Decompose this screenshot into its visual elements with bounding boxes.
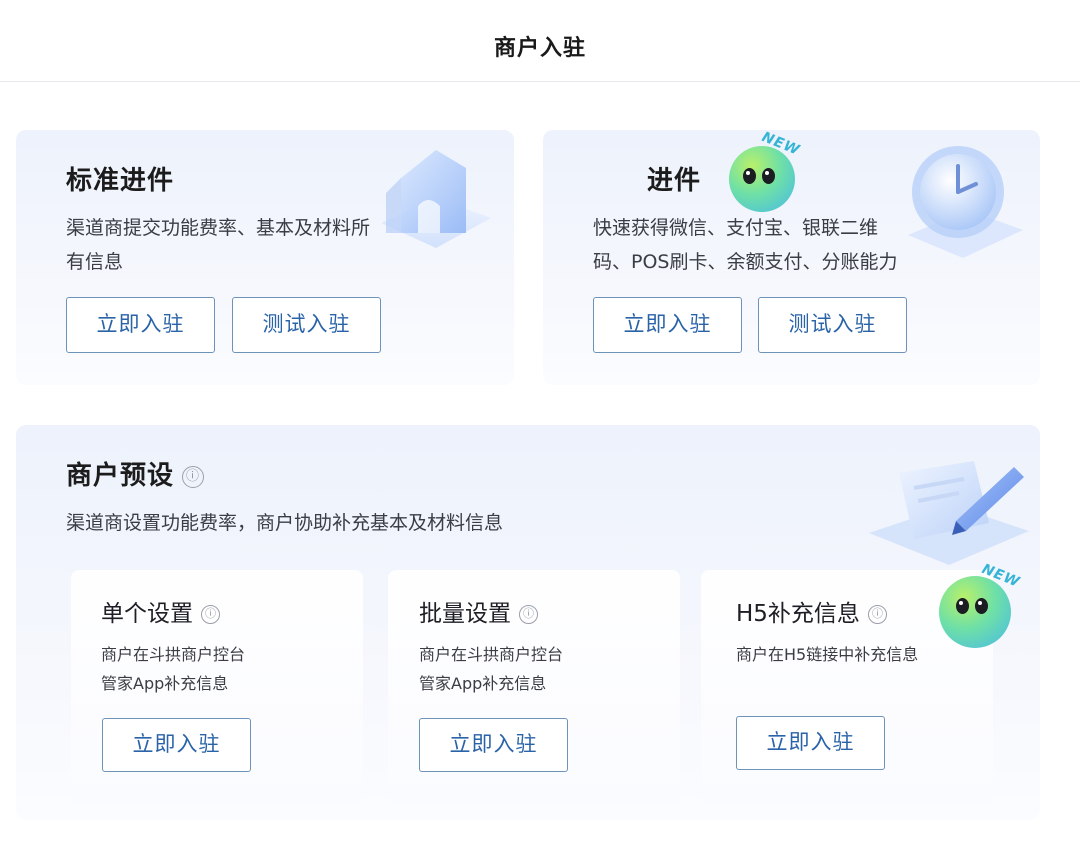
onboard-now-button[interactable]: 立即入驻 [593, 297, 742, 353]
info-icon[interactable]: ⓘ [867, 605, 887, 624]
onboard-now-button[interactable]: 立即入驻 [419, 718, 568, 772]
desc-line: 商户在斗拱商户控台 [419, 645, 564, 664]
page-title: 商户入驻 [493, 36, 586, 61]
option-title-text: 单个设置 [101, 601, 193, 627]
mascot-eye [975, 598, 988, 614]
mascot-eye [956, 598, 969, 614]
desc-line: 商户在H5链接中补充信息 [736, 645, 919, 664]
single-setup-option: 单个设置 ⓘ 商户在斗拱商户控台 管家App补充信息 立即入驻 [71, 570, 363, 805]
desc-line: 商户在斗拱商户控台 [101, 645, 246, 664]
card-title-text: 商户预设 [66, 461, 175, 491]
test-onboard-button[interactable]: 测试入驻 [232, 297, 381, 353]
option-title: H5补充信息 ⓘ [736, 594, 887, 628]
h5-supplement-option: H5补充信息 ⓘ 商户在H5链接中补充信息 立即入驻 NEW [701, 561, 1022, 805]
batch-setup-option: 批量设置 ⓘ 商户在斗拱商户控台 管家App补充信息 立即入驻 [388, 570, 680, 805]
card-description: 渠道商提交功能费率、基本及材料所 有信息 [66, 211, 370, 279]
card-title: 进件 [647, 166, 702, 196]
desc-line: 管家App补充信息 [101, 674, 229, 693]
onboard-now-button[interactable]: 立即入驻 [66, 297, 215, 353]
info-icon[interactable]: ⓘ [519, 605, 538, 624]
document-pen-icon [869, 461, 1029, 565]
standard-onboarding-card: 标准进件 渠道商提交功能费率、基本及材料所 有信息 立即入驻 测试入驻 [16, 130, 514, 385]
option-title-text: 批量设置 [419, 601, 511, 627]
option-title-text: H5补充信息 [736, 601, 860, 627]
onboard-now-button[interactable]: 立即入驻 [102, 718, 251, 772]
option-description: 商户在斗拱商户控台 管家App补充信息 [101, 640, 351, 698]
card-title: 商户预设 ⓘ [66, 455, 205, 492]
card-title: 标准进件 [66, 166, 175, 196]
option-title: 单个设置 ⓘ [101, 594, 220, 628]
express-onboarding-card: 进件 NEW 快速获得微信、支付宝、银联二维 码、POS刷卡、余额支付、分账能力… [543, 130, 1040, 385]
mascot-eye [762, 168, 775, 184]
option-description: 商户在斗拱商户控台 管家App补充信息 [419, 640, 669, 698]
page-header: 商户入驻 [0, 0, 1080, 82]
card-description: 快速获得微信、支付宝、银联二维 码、POS刷卡、余额支付、分账能力 [593, 211, 897, 279]
test-onboard-button[interactable]: 测试入驻 [758, 297, 907, 353]
clock-icon [908, 146, 1023, 258]
card-description: 渠道商设置功能费率，商户协助补充基本及材料信息 [66, 512, 504, 534]
merchant-preset-card: 商户预设 ⓘ 渠道商设置功能费率，商户协助补充基本及材料信息 单个设置 ⓘ 商户在斗… [16, 425, 1040, 820]
house-icon [381, 150, 491, 248]
desc-line: 码、POS刷卡、余额支付、分账能力 [593, 251, 898, 273]
desc-line: 有信息 [66, 251, 124, 273]
desc-line: 快速获得微信、支付宝、银联二维 [593, 217, 879, 239]
new-mascot-icon [729, 146, 795, 212]
desc-line: 渠道商提交功能费率、基本及材料所 [66, 217, 371, 239]
option-title: 批量设置 ⓘ [419, 594, 538, 628]
new-mascot-icon [939, 576, 1011, 648]
desc-line: 管家App补充信息 [419, 674, 547, 693]
info-icon[interactable]: ⓘ [201, 605, 220, 624]
onboard-now-button[interactable]: 立即入驻 [736, 716, 885, 770]
mascot-eye [743, 168, 756, 184]
option-description: 商户在H5链接中补充信息 [736, 640, 986, 669]
info-icon[interactable]: ⓘ [182, 465, 205, 488]
